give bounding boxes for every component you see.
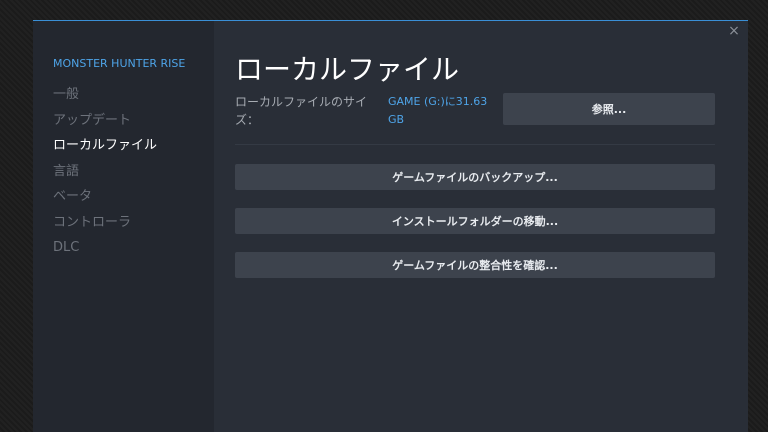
sidebar-item-updates[interactable]: アップデート: [53, 113, 157, 139]
page-title: ローカルファイル: [235, 53, 460, 86]
game-title: MONSTER HUNTER RISE: [53, 57, 186, 70]
properties-dialog: MONSTER HUNTER RISE 一般 アップデート ローカルファイル 言…: [33, 20, 748, 432]
sidebar-nav: 一般 アップデート ローカルファイル 言語 ベータ コントローラ DLC: [53, 87, 157, 266]
move-install-folder-button[interactable]: インストールフォルダーの移動...: [235, 208, 715, 234]
sidebar-item-dlc[interactable]: DLC: [53, 240, 157, 266]
local-files-size-label: ローカルファイルのサイズ：: [235, 95, 368, 127]
sidebar-item-local-files[interactable]: ローカルファイル: [53, 138, 157, 164]
sidebar-item-betas[interactable]: ベータ: [53, 189, 157, 215]
sidebar: MONSTER HUNTER RISE 一般 アップデート ローカルファイル 言…: [33, 21, 214, 432]
verify-integrity-button[interactable]: ゲームファイルの整合性を確認...: [235, 252, 715, 278]
sidebar-item-general[interactable]: 一般: [53, 87, 157, 113]
divider: [235, 144, 715, 145]
sidebar-item-controller[interactable]: コントローラ: [53, 215, 157, 241]
browse-button[interactable]: 参照...: [503, 93, 715, 125]
main-content: ローカルファイル ローカルファイルのサイズ： GAME (G:)に31.63 G…: [214, 21, 748, 432]
sidebar-item-language[interactable]: 言語: [53, 164, 157, 190]
local-files-size-value: GAME (G:)に31.63 GB: [388, 95, 488, 126]
backup-game-files-button[interactable]: ゲームファイルのバックアップ...: [235, 164, 715, 190]
